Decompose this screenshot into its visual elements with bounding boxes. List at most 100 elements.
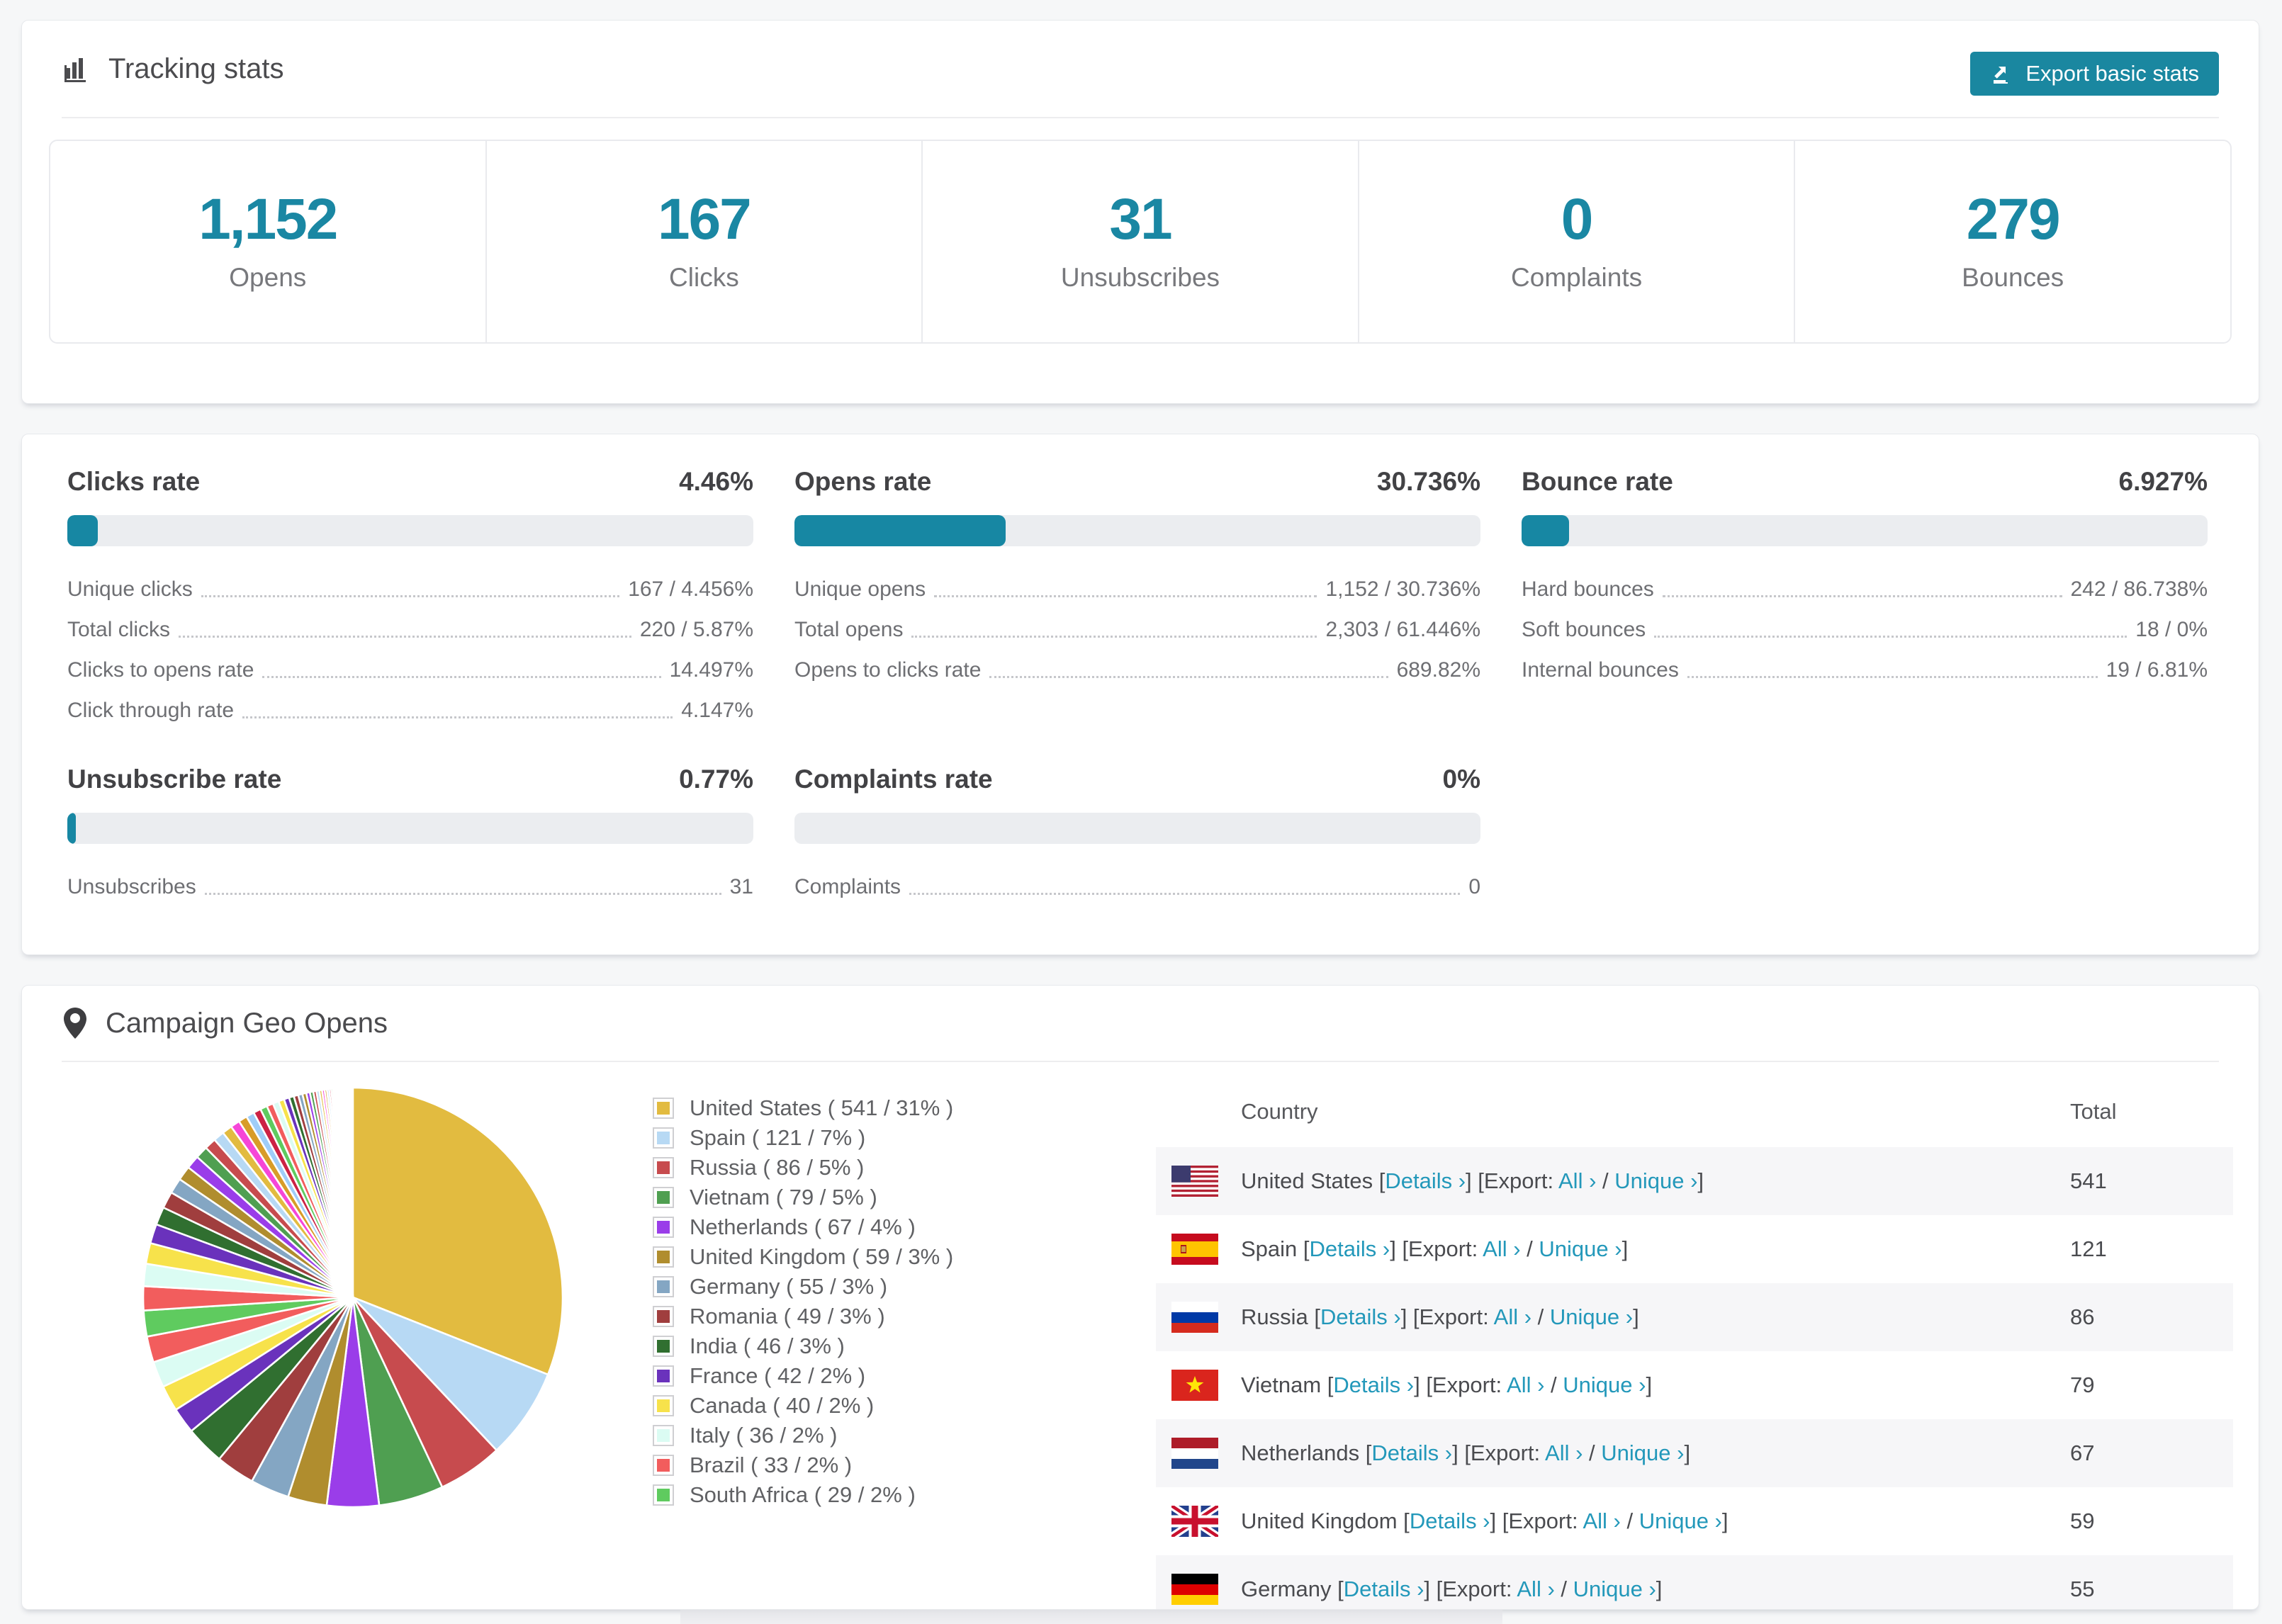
rate-section-opens-rate: Opens rate 30.736% Unique opens 1,152 / 30.… <box>794 467 1480 731</box>
table-row-gb: United Kingdom [Details ›] [Export: All … <box>1156 1487 2233 1555</box>
rate-title: Clicks rate <box>67 467 201 496</box>
rate-row-label: Total opens <box>794 617 904 641</box>
details-link[interactable]: Details › <box>1344 1577 1424 1601</box>
export-all-link[interactable]: All › <box>1517 1577 1554 1601</box>
table-row-vn: Vietnam [Details ›] [Export: All › / Uni… <box>1156 1351 2233 1419</box>
export-unique-link[interactable]: Unique › <box>1550 1304 1633 1329</box>
export-all-link[interactable]: All › <box>1583 1509 1620 1533</box>
rate-value: 0.77% <box>679 765 753 794</box>
country-flag <box>1156 1574 1241 1605</box>
legend-swatch <box>653 1336 674 1357</box>
stat-cell-complaints: 0 Complaints <box>1359 141 1796 342</box>
export-unique-link[interactable]: Unique › <box>1614 1168 1697 1193</box>
details-link[interactable]: Details › <box>1320 1304 1401 1329</box>
export-unique-link[interactable]: Unique › <box>1573 1577 1656 1601</box>
rate-row-label: Complaints <box>794 874 901 898</box>
country-cell: Vietnam [Details ›] [Export: All › / Uni… <box>1241 1372 1653 1397</box>
pie-legend: United States ( 541 / 31% ) Spain ( 121 /… <box>653 1093 953 1510</box>
rate-detail-row: Clicks to opens rate 14.497% <box>67 650 753 690</box>
dotted-leader <box>909 893 1461 895</box>
details-link[interactable]: Details › <box>1371 1440 1452 1465</box>
legend-swatch <box>653 1306 674 1327</box>
rate-row-value: 0 <box>1468 874 1480 898</box>
stat-label: Complaints <box>1511 263 1643 292</box>
export-all-link[interactable]: All › <box>1494 1304 1531 1329</box>
rate-value: 30.736% <box>1376 467 1480 496</box>
us-flag-icon <box>1171 1166 1218 1197</box>
legend-swatch <box>653 1276 674 1297</box>
legend-swatch <box>653 1127 674 1149</box>
country-flag <box>1156 1370 1241 1401</box>
rate-detail-row: Unique clicks 167 / 4.456% <box>67 569 753 609</box>
tracking-stats-page: Tracking stats Export basic stats 1,152 O… <box>0 0 2282 1624</box>
rate-row-label: Clicks to opens rate <box>67 658 254 682</box>
rate-detail-row: Soft bounces 18 / 0% <box>1522 609 2208 650</box>
rate-row-label: Hard bounces <box>1522 577 1654 601</box>
export-unique-link[interactable]: Unique › <box>1539 1236 1621 1261</box>
country-total: 67 <box>2070 1440 2095 1465</box>
legend-label: Brazil ( 33 / 2% ) <box>690 1453 853 1477</box>
country-cell: United Kingdom [Details ›] [Export: All … <box>1241 1509 1729 1533</box>
legend-swatch <box>653 1187 674 1208</box>
legend-label: Canada ( 40 / 2% ) <box>690 1393 875 1418</box>
export-all-link[interactable]: All › <box>1545 1440 1583 1465</box>
rate-row-value: 18 / 0% <box>2135 617 2208 641</box>
export-all-link[interactable]: All › <box>1507 1372 1544 1397</box>
export-all-link[interactable]: All › <box>1483 1236 1520 1261</box>
rate-section-clicks-rate: Clicks rate 4.46% Unique clicks 167 / 4.456… <box>67 467 753 731</box>
country-total: 121 <box>2070 1236 2107 1261</box>
export-unique-link[interactable]: Unique › <box>1601 1440 1684 1465</box>
tracking-stats-header: Tracking stats <box>62 21 2219 117</box>
campaign-geo-opens-card: Campaign Geo Opens United States ( 541 /… <box>21 985 2259 1610</box>
rate-title: Bounce rate <box>1522 467 1673 496</box>
rate-section-complaints-rate: Complaints rate 0% Complaints 0 <box>794 765 1480 907</box>
export-unique-link[interactable]: Unique › <box>1563 1372 1646 1397</box>
export-basic-stats-button[interactable]: Export basic stats <box>1970 52 2219 96</box>
stat-cell-opens: 1,152 Opens <box>50 141 487 342</box>
rate-progress-fill <box>794 515 1006 546</box>
export-icon <box>1990 62 2014 86</box>
country-cell: Germany [Details ›] [Export: All › / Uni… <box>1241 1577 1663 1601</box>
rate-row-label: Soft bounces <box>1522 617 1646 641</box>
gb-flag-icon <box>1171 1506 1218 1537</box>
country-cell: Russia [Details ›] [Export: All › / Uniq… <box>1241 1304 1639 1329</box>
country-cell: Netherlands [Details ›] [Export: All › /… <box>1241 1440 1691 1465</box>
dotted-leader <box>242 716 673 718</box>
vn-flag-icon <box>1171 1370 1218 1401</box>
table-row-de: Germany [Details ›] [Export: All › / Uni… <box>1156 1555 2233 1609</box>
rate-row-value: 31 <box>729 874 753 898</box>
details-link[interactable]: Details › <box>1385 1168 1466 1193</box>
details-link[interactable]: Details › <box>1310 1236 1390 1261</box>
legend-item: South Africa ( 29 / 2% ) <box>653 1480 953 1510</box>
legend-swatch <box>653 1455 674 1476</box>
country-flag <box>1156 1166 1241 1197</box>
legend-swatch <box>653 1098 674 1119</box>
dotted-leader <box>934 595 1317 597</box>
legend-label: United States ( 541 / 31% ) <box>690 1095 954 1120</box>
legend-item: Italy ( 36 / 2% ) <box>653 1421 953 1450</box>
stat-label: Bounces <box>1962 263 2064 292</box>
stat-cell-clicks: 167 Clicks <box>487 141 923 342</box>
geo-header: Campaign Geo Opens <box>62 986 2219 1061</box>
dotted-leader <box>911 636 1317 638</box>
rate-title: Unsubscribe rate <box>67 765 282 794</box>
rate-progress-fill <box>67 813 76 844</box>
export-unique-link[interactable]: Unique › <box>1639 1509 1722 1533</box>
legend-item: Spain ( 121 / 7% ) <box>653 1123 953 1153</box>
details-link[interactable]: Details › <box>1333 1372 1414 1397</box>
rate-title: Opens rate <box>794 467 932 496</box>
rate-progress-track <box>67 813 753 844</box>
geo-country-table: Country Total United States [Details ›] … <box>1156 1076 2233 1609</box>
rate-progress-track <box>1522 515 2208 546</box>
rate-row-value: 689.82% <box>1396 658 1480 682</box>
rate-progress-fill <box>67 515 99 546</box>
rate-value: 4.46% <box>679 467 753 496</box>
rate-row-value: 242 / 86.738% <box>2070 577 2208 601</box>
geo-opens-pie-chart[interactable] <box>140 1085 566 1510</box>
export-all-link[interactable]: All › <box>1558 1168 1596 1193</box>
legend-swatch <box>653 1217 674 1238</box>
legend-item: Canada ( 40 / 2% ) <box>653 1391 953 1421</box>
rate-detail-row: Unsubscribes 31 <box>67 867 753 907</box>
bar-chart-icon <box>62 54 91 84</box>
details-link[interactable]: Details › <box>1410 1509 1490 1533</box>
